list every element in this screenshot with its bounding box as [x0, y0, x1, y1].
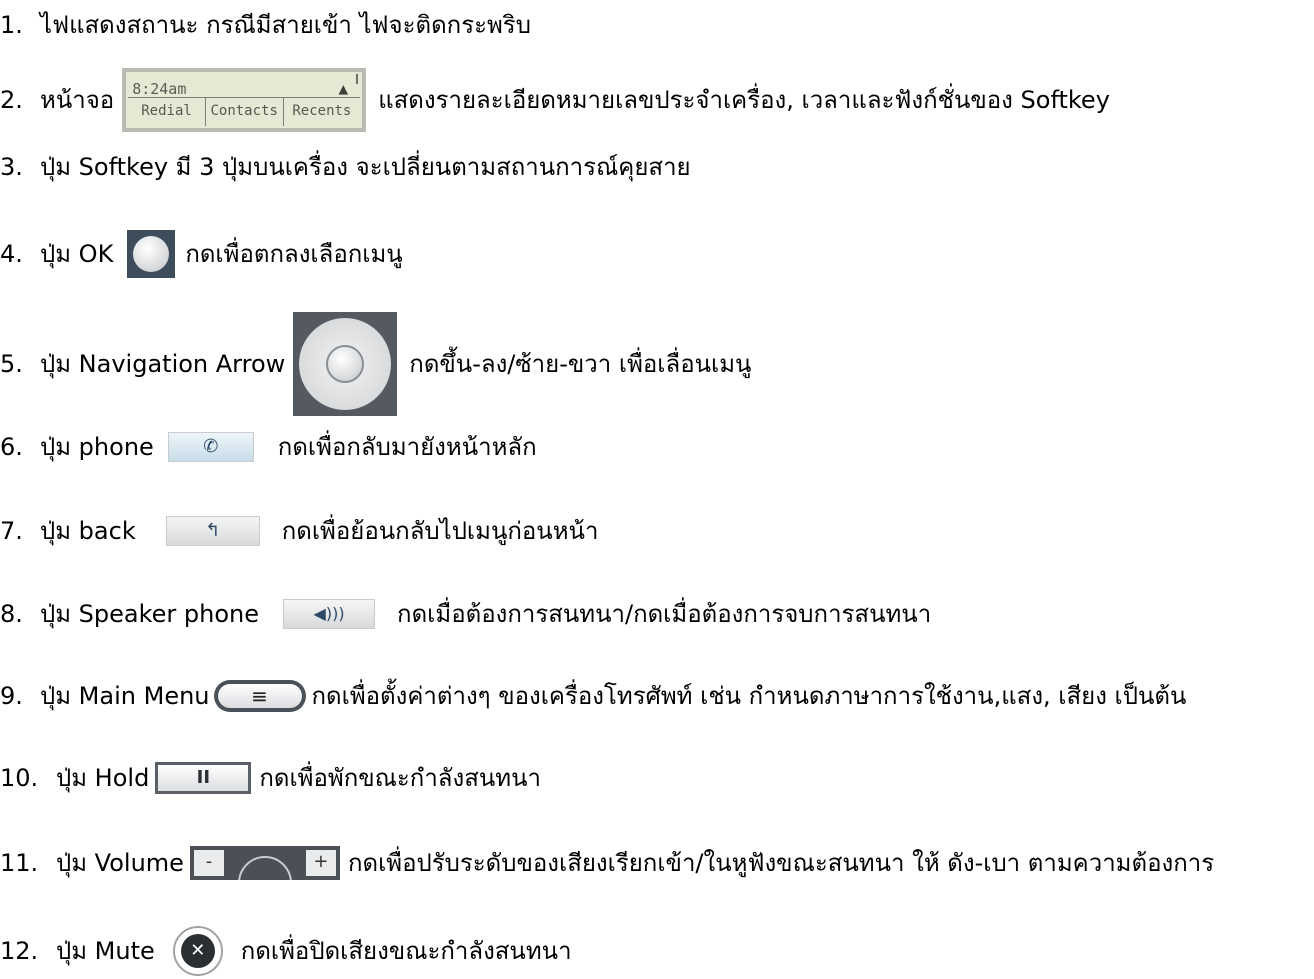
item-text: กดเพื่อตกลงเลือกเมนู	[185, 240, 403, 268]
item-text: กดเพื่อปรับระดับของเสียงเรียกเข้า/ในหูฟั…	[347, 849, 1215, 877]
item-prefix: ปุ่ม Main Menu	[40, 682, 210, 710]
item-text: กดเพื่อย้อนกลับไปเมนูก่อนหน้า	[281, 517, 599, 545]
item-number: 10.	[0, 764, 39, 792]
volume-arc	[237, 856, 292, 880]
softkey-contacts: Contacts	[206, 98, 284, 126]
lcd-softkey-row: Redial Contacts Recents	[128, 97, 361, 126]
item-number: 11.	[0, 849, 39, 877]
list-item-5: 5. ปุ่ม Navigation Arrow กดขึ้น-ลง/ซ้าย-…	[0, 312, 1314, 416]
back-arrow-icon: ↰	[165, 516, 260, 546]
volume-minus: -	[193, 850, 224, 876]
list-item-4: 4. ปุ่ม OK กดเพื่อตกลงเลือกเมนู	[0, 230, 1314, 278]
item-number: 8.	[0, 600, 23, 628]
item-number: 5.	[0, 350, 23, 378]
item-prefix: ปุ่ม Hold	[56, 764, 150, 792]
item-number: 1.	[0, 11, 23, 39]
item-number: 3.	[0, 153, 23, 181]
item-prefix: ปุ่ม Speaker phone	[40, 600, 260, 628]
item-number: 12.	[0, 937, 39, 965]
phone-handset-icon: ✆	[167, 432, 254, 462]
item-text: กดเพื่อตั้งค่าต่างๆ ของเครื่องโทรศัพท์ เ…	[311, 682, 1187, 710]
item-number: 4.	[0, 240, 23, 268]
softkey-redial: Redial	[128, 98, 206, 126]
ok-button-icon	[127, 230, 176, 278]
item-number: 2.	[0, 86, 23, 114]
list-item-6: 6. ปุ่ม phone ✆ กดเพื่อกลับมายังหน้าหลัก	[0, 432, 1314, 462]
list-item-3: 3. ปุ่ม Softkey มี 3 ปุ่มบนเครื่อง จะเปล…	[0, 152, 1314, 182]
list-item-1: 1. ไฟแสดงสถานะ กรณีมีสายเข้า ไฟจะติดกระพ…	[0, 10, 1314, 40]
list-item-7: 7. ปุ่ม back ↰ กดเพื่อย้อนกลับไปเมนูก่อน…	[0, 516, 1314, 546]
volume-plus: +	[305, 850, 336, 876]
item-prefix: ปุ่ม Navigation Arrow	[40, 350, 286, 378]
menu-lines-icon: ≡	[213, 680, 306, 712]
lcd-indicator	[356, 74, 359, 84]
item-number: 9.	[0, 682, 23, 710]
item-text: ปุ่ม Softkey มี 3 ปุ่มบนเครื่อง จะเปลี่ย…	[40, 153, 691, 181]
item-prefix: ปุ่ม Volume	[56, 849, 184, 877]
item-prefix: ปุ่ม phone	[40, 433, 154, 461]
item-text: กดเพื่อกลับมายังหน้าหลัก	[277, 433, 537, 461]
volume-rocker-icon: - +	[189, 846, 340, 880]
item-prefix: ปุ่ม back	[40, 517, 136, 545]
speaker-icon: ◀)))	[283, 599, 376, 629]
list-item-12: 12. ปุ่ม Mute ✕ กดเพื่อปิดเสียงขณะกำลังส…	[0, 926, 1314, 976]
list-item-2: 2. หน้าจอ 8:24am ▲ Redial Contacts Recen…	[0, 68, 1314, 132]
list-item-11: 11. ปุ่ม Volume - + กดเพื่อปรับระดับของเ…	[0, 846, 1314, 880]
item-text: แสดงรายละเอียดหมายเลขประจำเครื่อง, เวลาแ…	[378, 86, 1110, 114]
pause-icon: II	[155, 762, 252, 794]
list-item-8: 8. ปุ่ม Speaker phone ◀))) กดเมื่อต้องกา…	[0, 599, 1314, 629]
item-text: กดเมื่อต้องการสนทนา/กดเมื่อต้องการจบการส…	[397, 600, 932, 628]
list-item-9: 9. ปุ่ม Main Menu ≡ กดเพื่อตั้งค่าต่างๆ …	[0, 680, 1314, 712]
list-item-10: 10. ปุ่ม Hold II กดเพื่อพักขณะกำลังสนทนา	[0, 762, 1314, 794]
item-prefix: หน้าจอ	[40, 86, 115, 114]
navigation-arrow-icon	[293, 312, 398, 416]
item-prefix: ปุ่ม OK	[40, 240, 114, 268]
item-number: 7.	[0, 517, 23, 545]
mic-muted-icon: ✕	[172, 926, 223, 976]
item-text: กดเพื่อพักขณะกำลังสนทนา	[259, 764, 541, 792]
item-prefix: ปุ่ม Mute	[56, 937, 155, 965]
item-number: 6.	[0, 433, 23, 461]
softkey-recents: Recents	[292, 103, 352, 119]
item-text: ไฟแสดงสถานะ กรณีมีสายเข้า ไฟจะติดกระพริบ	[40, 11, 531, 39]
lcd-screen-image: 8:24am ▲ Redial Contacts Recents	[122, 68, 367, 132]
item-text: กดขึ้น-ลง/ซ้าย-ขวา เพื่อเลื่อนเมนู	[409, 350, 752, 378]
item-text: กดเพื่อปิดเสียงขณะกำลังสนทนา	[240, 937, 572, 965]
